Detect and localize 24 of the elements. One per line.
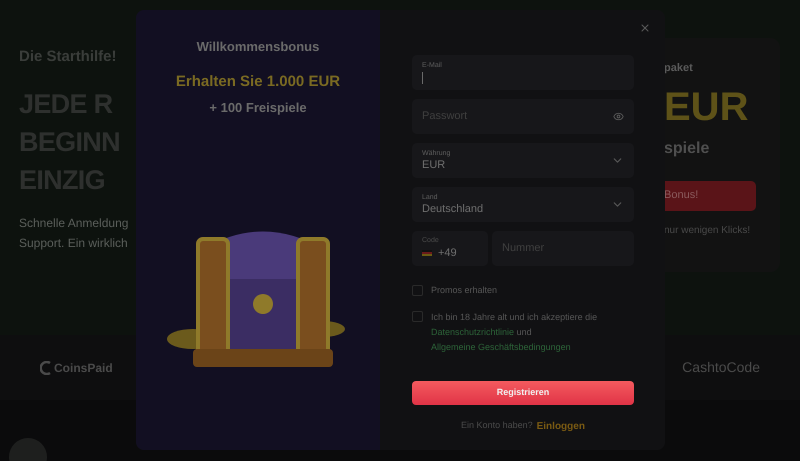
bonus-title: Willkommensbonus <box>196 38 320 56</box>
checkbox[interactable] <box>412 310 423 322</box>
terms-link[interactable]: Allgemeine Geschäftsbedingungen <box>431 342 571 352</box>
login-prompt: Ein Konto haben? <box>461 419 533 432</box>
checkbox[interactable] <box>412 285 423 296</box>
promo-spins: spiele <box>664 138 710 158</box>
hero-description: Support. Ein wirklich <box>19 234 129 252</box>
promo-label: paket <box>664 61 694 76</box>
terms-text: Ich bin 18 Jahre alt und ich akzeptiere die Datenschutzrichtlinie und Allgemeine Geschäftsbedingungen <box>431 310 598 354</box>
privacy-policy-link[interactable]: Datenschutzrichtlinie <box>431 326 514 336</box>
payment-logo: CoinsPaid <box>54 360 113 376</box>
text-cursor <box>422 72 423 84</box>
bonus-offer: Erhalten Sie 1.000 EUR <box>174 72 342 92</box>
hero-description: Schnelle Anmeldung <box>19 214 130 232</box>
eye-icon[interactable] <box>613 111 624 122</box>
promo-amount: EUR <box>664 84 750 128</box>
register-button[interactable]: Registrieren <box>412 380 634 404</box>
bonus-spins: + 100 Freispiele <box>209 98 307 117</box>
flag-icon <box>422 250 432 256</box>
checkbox-label: Promos erhalten <box>431 284 498 297</box>
payment-logo: CashtoCode <box>682 358 760 377</box>
close-button[interactable] <box>639 22 651 34</box>
coinspaid-logo-icon <box>40 360 52 374</box>
login-link[interactable]: Einloggen <box>536 418 585 434</box>
